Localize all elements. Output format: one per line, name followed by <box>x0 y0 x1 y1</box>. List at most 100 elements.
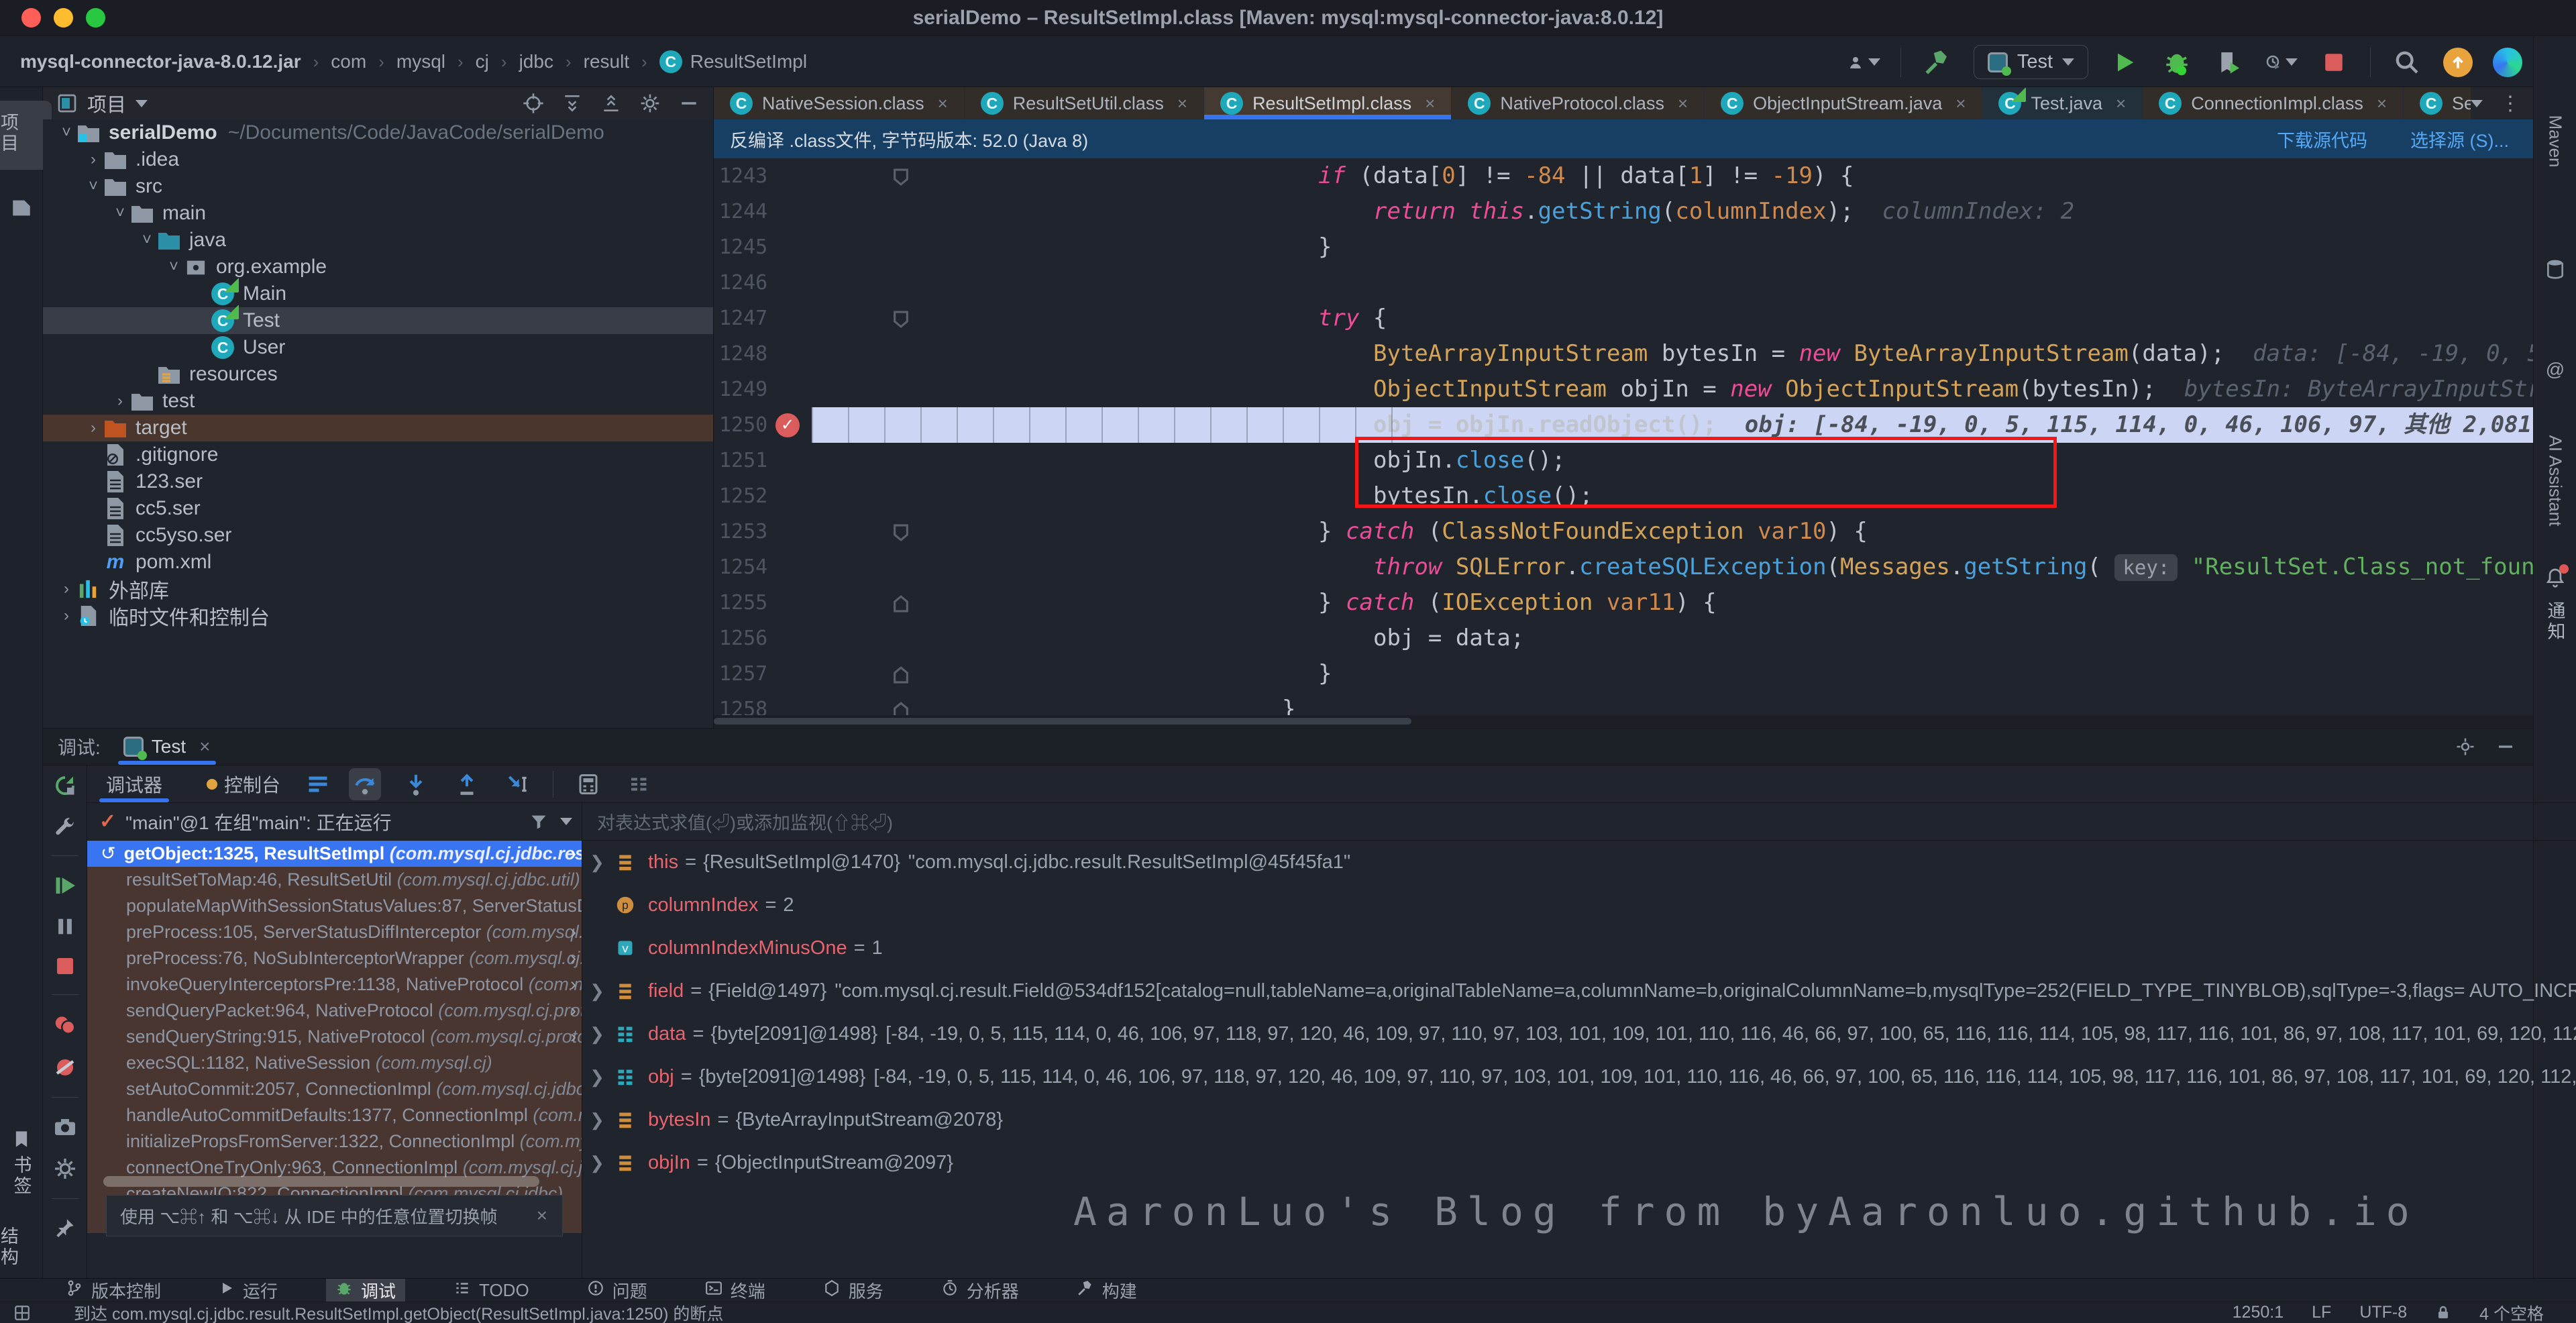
tab-debugger[interactable]: 调试器 <box>99 765 169 802</box>
breadcrumb-item[interactable]: jdbc <box>519 51 553 72</box>
code-line-1246[interactable]: 1246 <box>714 265 2533 301</box>
choose-sources-link[interactable]: 选择源 (S)... <box>2410 126 2509 152</box>
status-grid-icon[interactable] <box>13 1304 31 1322</box>
step-over-button[interactable] <box>349 768 381 800</box>
project-tree-item-idea[interactable]: ›.idea <box>43 146 713 173</box>
variable-row-columnIndex[interactable]: pcolumnIndex=2 <box>582 884 2576 927</box>
code-line-1255[interactable]: 1255} catch (IOException var11) { <box>714 585 2533 621</box>
breakpoint-icon[interactable]: ✓ <box>775 413 800 437</box>
bottom-tab-branch[interactable]: 版本控制 <box>56 1279 170 1302</box>
variable-chevron-icon[interactable]: ❯ <box>582 852 612 873</box>
tree-chevron-icon[interactable]: ˅ <box>110 204 130 223</box>
filter-funnel-icon[interactable] <box>529 812 548 831</box>
file-encoding[interactable]: UTF-8 <box>2359 1303 2407 1322</box>
editor-tab[interactable]: CNativeProtocol.class× <box>1452 87 1705 119</box>
variable-row-columnIndexMinusOne[interactable]: vcolumnIndexMinusOne=1 <box>582 927 2576 969</box>
close-tab-icon[interactable]: × <box>1177 93 1187 114</box>
hide-debug-panel-icon[interactable] <box>2496 737 2516 757</box>
stack-frame[interactable]: resultSetToMap:46, ResultSetUtil (com.my… <box>87 867 582 893</box>
pin-tab-icon[interactable] <box>54 1216 76 1239</box>
line-number[interactable]: 1258 <box>719 692 793 715</box>
project-panel-title[interactable]: 项目 <box>87 89 126 117</box>
tool-window-button-ai-assistant[interactable]: @ AI Assistant <box>2534 359 2576 491</box>
editor-tab[interactable]: CTest.java× <box>1982 87 2143 119</box>
line-number[interactable]: 1254 <box>719 549 793 585</box>
line-number[interactable]: 1255 <box>719 585 793 621</box>
code-line-1249[interactable]: 1249ObjectInputStream objIn = new Object… <box>714 372 2533 407</box>
editor-tab[interactable]: CResultSetUtil.class× <box>965 87 1204 119</box>
stack-frame[interactable]: handleAutoCommitDefaults:1377, Connectio… <box>87 1102 582 1128</box>
code-line-1256[interactable]: 1256obj = data; <box>714 621 2533 656</box>
project-tree-item-java[interactable]: ˅java <box>43 227 713 254</box>
stack-frame[interactable]: ↺getObject:1325, ResultSetImpl (com.mysq… <box>87 841 582 867</box>
pause-program-icon[interactable] <box>54 915 76 938</box>
editor-tab[interactable]: CNativeSession.class× <box>714 87 965 119</box>
close-tab-icon[interactable]: × <box>938 93 948 114</box>
thread-dropdown-caret-icon[interactable] <box>560 818 572 825</box>
tool-window-button-structure[interactable]: 结构 <box>0 1226 48 1271</box>
variable-chevron-icon[interactable]: ❯ <box>582 981 612 1002</box>
tree-chevron-icon[interactable]: › <box>56 580 76 598</box>
editor-horizontal-scrollbar[interactable] <box>714 715 2533 727</box>
resume-program-icon[interactable] <box>53 874 77 898</box>
download-sources-link[interactable]: 下载源代码 <box>2277 126 2367 152</box>
line-number[interactable]: 1252 <box>719 478 793 514</box>
read-only-lock-icon[interactable] <box>2435 1305 2451 1321</box>
stack-frame[interactable]: sendQueryString:915, NativeProtocol (com… <box>87 1024 582 1050</box>
view-breakpoints-icon[interactable] <box>52 1012 78 1038</box>
tab-options-kebab-icon[interactable]: ⋮ <box>2500 92 2521 115</box>
code-line-1247[interactable]: 1247try { <box>714 301 2533 336</box>
commit-tool-icon[interactable] <box>10 197 33 219</box>
project-tree-item-src[interactable]: ˅src <box>43 173 713 200</box>
close-hint-icon[interactable]: × <box>537 1205 547 1226</box>
variable-row-bytesIn[interactable]: ❯bytesIn={ByteArrayInputStream@2078} <box>582 1098 2576 1141</box>
variable-row-data[interactable]: ❯data={byte[2091]@1498}[-84, -19, 0, 5, … <box>582 1012 2576 1055</box>
bottom-tab-play[interactable]: 运行 <box>209 1279 287 1302</box>
caret-position[interactable]: 1250:1 <box>2233 1303 2284 1322</box>
line-number[interactable]: 1256 <box>719 621 793 656</box>
profiler-button[interactable] <box>2265 46 2298 78</box>
debug-gear-icon[interactable] <box>53 1157 77 1181</box>
stop-button[interactable] <box>2318 46 2350 78</box>
tree-chevron-icon[interactable]: › <box>56 606 76 625</box>
editor-tab[interactable]: CConnectionImpl.class× <box>2143 87 2404 119</box>
variable-row-this[interactable]: ❯this={ResultSetImpl@1470}"com.mysql.cj.… <box>582 841 2576 884</box>
project-tree-item-cc5ysoser[interactable]: cc5yso.ser <box>43 522 713 549</box>
coverage-button[interactable] <box>2213 46 2245 78</box>
variable-chevron-icon[interactable]: ❯ <box>582 1110 612 1130</box>
project-tree-item-gitignore[interactable]: .gitignore <box>43 441 713 468</box>
tree-chevron-icon[interactable]: › <box>83 419 103 437</box>
stack-frame[interactable]: populateMapWithSessionStatusValues:87, S… <box>87 893 582 919</box>
stack-frame[interactable]: initializePropsFromServer:1322, Connecti… <box>87 1128 582 1155</box>
breadcrumb-item[interactable]: com <box>331 51 366 72</box>
frames-settings-icon[interactable] <box>623 768 655 800</box>
evaluate-expression-button[interactable] <box>572 768 604 800</box>
stack-frame[interactable]: execSQL:1182, NativeSession (com.mysql.c… <box>87 1050 582 1076</box>
tool-window-button-notifications[interactable]: 通知 <box>2534 567 2576 643</box>
step-into-button[interactable] <box>400 768 432 800</box>
debug-session-tab[interactable]: Test × <box>123 729 211 765</box>
line-number[interactable]: 1247 <box>719 301 793 336</box>
project-view-caret-icon[interactable] <box>136 100 148 107</box>
close-tab-icon[interactable]: × <box>1425 93 1435 114</box>
project-tree-item-test[interactable]: ›test <box>43 388 713 415</box>
run-button[interactable] <box>2108 46 2141 78</box>
code-line-1248[interactable]: 1248ByteArrayInputStream bytesIn = new B… <box>714 336 2533 372</box>
stack-frame[interactable]: preProcess:76, NoSubInterceptorWrapper (… <box>87 945 582 971</box>
variable-row-obj[interactable]: ❯obj={byte[2091]@1498}[-84, -19, 0, 5, 1… <box>582 1055 2576 1098</box>
project-tree-item-main[interactable]: ˅main <box>43 200 713 227</box>
project-tree-item-cc5ser[interactable]: cc5.ser <box>43 495 713 522</box>
bottom-tab-terminal[interactable]: 终端 <box>696 1279 775 1302</box>
layout-settings-icon[interactable] <box>306 772 330 796</box>
line-number[interactable]: 1253 <box>719 514 793 549</box>
project-tree-item-Main[interactable]: CMain <box>43 280 713 307</box>
editor-tab[interactable]: CServerStatusDiffInterceptor.class× <box>2404 87 2471 119</box>
frames-scrollbar-thumb[interactable] <box>103 1176 539 1187</box>
tool-window-button-bookmarks[interactable]: 书签 <box>0 1130 48 1197</box>
tree-chevron-icon[interactable]: › <box>83 150 103 169</box>
project-tree-item-pomxml[interactable]: mpom.xml <box>43 549 713 576</box>
code-line-1244[interactable]: 1244return this.getString(columnIndex);c… <box>714 194 2533 229</box>
close-tab-icon[interactable]: × <box>2116 93 2126 114</box>
thread-dump-camera-icon[interactable] <box>53 1115 77 1139</box>
code-line-1245[interactable]: 1245} <box>714 229 2533 265</box>
